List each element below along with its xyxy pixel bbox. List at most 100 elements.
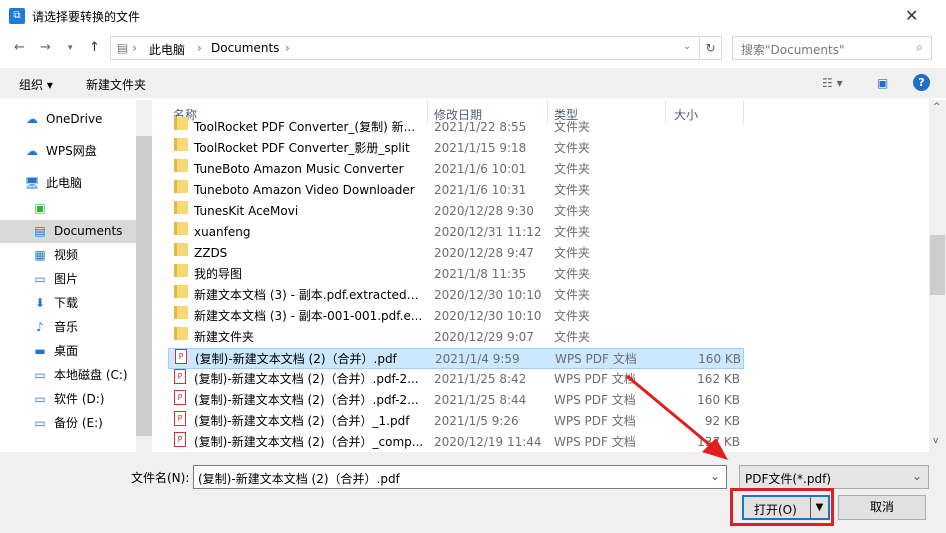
- file-name: ZZDS: [194, 246, 228, 260]
- sidebar-item[interactable]: ▤ Documents: [32, 220, 122, 242]
- file-row[interactable]: P (复制)-新建文本文档 (2)（合并）.pdf-2... 2021/1/25 8…: [168, 369, 744, 390]
- pdf-file-icon: P: [174, 390, 186, 405]
- folder-icon: [174, 264, 188, 277]
- search-input[interactable]: 搜索"Documents" ⌕: [732, 36, 932, 60]
- sidebar-item[interactable]: ⬇ 下载: [32, 292, 78, 314]
- sidebar-item-label: 桌面: [54, 344, 79, 358]
- view-options-icon[interactable]: ☷ ▾: [822, 76, 843, 90]
- chevron-down-icon[interactable]: ⌄: [710, 469, 720, 483]
- file-row[interactable]: xuanfeng 2020/12/31 11:12 文件夹: [168, 222, 744, 243]
- cancel-button[interactable]: 取消: [838, 495, 926, 520]
- help-button[interactable]: ?: [913, 74, 930, 91]
- sidebar-item[interactable]: ▭ 备份 (E:): [32, 412, 102, 434]
- file-list: 名称 ^ 修改日期 类型 大小 ToolRocket PDF Converter…: [160, 100, 930, 452]
- file-date: 2020/12/29 9:07: [434, 330, 534, 344]
- up-button[interactable]: ↑: [89, 40, 100, 55]
- file-type: WPS PDF 文档: [554, 435, 636, 449]
- back-button[interactable]: ←: [14, 40, 25, 55]
- new-folder-button[interactable]: 新建文件夹: [86, 76, 146, 93]
- sidebar-item[interactable]: 🖥 此电脑: [24, 172, 82, 194]
- file-name: TuneBoto Amazon Music Converter: [194, 162, 404, 176]
- toolbar: 组织 ▾ 新建文件夹 ☷ ▾ ▣: [0, 68, 946, 98]
- file-row[interactable]: P (复制)-新建文本文档 (2)（合并）_1.pdf 2021/1/5 9:26 W…: [168, 411, 744, 432]
- filename-value: (复制)-新建文本文档 (2)（合并）.pdf: [198, 472, 400, 486]
- refresh-button[interactable]: ↻: [699, 36, 722, 60]
- sidebar-scrollbar[interactable]: [136, 100, 152, 452]
- file-date: 2021/1/25 8:42: [434, 372, 527, 386]
- title-bar: [0, 0, 946, 32]
- sidebar-item[interactable]: ☁ WPS网盘: [24, 140, 97, 162]
- drive-icon: ▭: [34, 368, 46, 382]
- folder-icon: [174, 159, 188, 172]
- chevron-down-icon[interactable]: ⌄: [683, 41, 691, 52]
- file-type: WPS PDF 文档: [555, 352, 637, 366]
- file-name: 我的导图: [194, 267, 243, 281]
- pdf-file-icon: P: [174, 411, 186, 426]
- file-row[interactable]: 我的导图 2021/1/8 11:35 文件夹: [168, 264, 744, 285]
- drive-icon: ▭: [34, 392, 46, 406]
- sidebar-item[interactable]: ▭ 软件 (D:): [32, 388, 104, 410]
- organize-button[interactable]: 组织 ▾: [19, 76, 53, 93]
- folder-icon: [174, 117, 188, 130]
- sidebar-item-label: 图片: [54, 272, 79, 286]
- music-icon: ♪: [36, 320, 44, 334]
- file-type: 文件夹: [554, 204, 591, 218]
- filename-label: 文件名(N):: [131, 471, 190, 485]
- file-type: 文件夹: [554, 120, 591, 134]
- file-row[interactable]: P (复制)-新建文本文档 (2)（合并）.pdf-2... 2021/1/25 8…: [168, 390, 744, 411]
- file-row[interactable]: Tuneboto Amazon Video Downloader 2021/1/6…: [168, 180, 744, 201]
- file-row[interactable]: 新建文件夹 2020/12/29 9:07 文件夹: [168, 327, 744, 348]
- forward-button[interactable]: →: [40, 40, 51, 55]
- file-row[interactable]: ToolRocket PDF Converter_(复制) 新... 2021/1…: [168, 117, 744, 138]
- sidebar-item[interactable]: ☁ OneDrive: [24, 108, 102, 130]
- close-button[interactable]: ✕: [905, 6, 918, 25]
- picture-icon: ▭: [34, 272, 46, 286]
- file-size: 92 KB: [704, 414, 740, 428]
- recent-dropdown[interactable]: ▾: [68, 43, 73, 53]
- file-row[interactable]: ToolRocket PDF Converter_影册_split 2021/1/…: [168, 138, 744, 159]
- file-type: 文件夹: [554, 309, 591, 323]
- video-icon: ▦: [34, 248, 46, 262]
- file-row[interactable]: ZZDS 2020/12/28 9:47 文件夹: [168, 243, 744, 264]
- sidebar-item[interactable]: ♪ 音乐: [32, 316, 78, 338]
- filename-input[interactable]: (复制)-新建文本文档 (2)（合并）.pdf ⌄: [193, 465, 727, 489]
- file-row[interactable]: P (复制)-新建文本文档 (2)（合并）_comp... 2020/12/19 1…: [168, 432, 744, 452]
- file-date: 2020/12/31 11:12: [434, 225, 542, 239]
- folder-icon: ▤ ›: [117, 41, 137, 55]
- breadcrumb-documents[interactable]: Documents: [211, 41, 279, 55]
- file-name: ToolRocket PDF Converter_影册_split: [194, 141, 410, 155]
- preview-pane-icon[interactable]: ▣: [877, 76, 888, 90]
- sidebar-item[interactable]: ▣: [32, 197, 54, 219]
- sidebar-item[interactable]: ▦ 视频: [32, 244, 78, 266]
- sort-ascending-icon: ^: [294, 100, 303, 107]
- file-type: 文件夹: [554, 225, 591, 239]
- folder-icon: [174, 306, 188, 319]
- sidebar-item-label: 此电脑: [46, 176, 83, 190]
- file-date: 2021/1/6 10:31: [434, 183, 527, 197]
- file-date: 2021/1/25 8:44: [434, 393, 527, 407]
- folder-icon: [174, 138, 188, 151]
- file-size: 160 KB: [698, 352, 741, 366]
- document-icon: ▤: [34, 224, 46, 238]
- breadcrumb-this-pc[interactable]: 此电脑: [149, 41, 185, 58]
- file-type-value: PDF文件(*.pdf): [745, 472, 832, 486]
- cloud-icon: ☁: [26, 112, 38, 126]
- file-size: 162 KB: [697, 372, 740, 386]
- sidebar-item[interactable]: ▭ 图片: [32, 268, 78, 290]
- address-bar[interactable]: ▤ › 此电脑 › Documents › ⌄: [110, 36, 700, 60]
- file-type: 文件夹: [554, 330, 591, 344]
- file-list-scrollbar[interactable]: ^ v: [929, 100, 946, 452]
- sidebar-item[interactable]: ▬ 桌面: [32, 340, 78, 362]
- file-name: 新建文件夹: [194, 330, 255, 344]
- download-icon: ⬇: [34, 296, 46, 310]
- file-row[interactable]: TunesKit AceMovi 2020/12/28 9:30 文件夹: [168, 201, 744, 222]
- file-name: (复制)-新建文本文档 (2)（合并）_comp...: [194, 435, 424, 449]
- file-type-select[interactable]: PDF文件(*.pdf) ⌄: [739, 465, 929, 489]
- file-row[interactable]: TuneBoto Amazon Music Converter 2021/1/6 …: [168, 159, 744, 180]
- file-row[interactable]: P (复制)-新建文本文档 (2)（合并）.pdf 2021/1/4 9:59 WPS…: [168, 348, 744, 369]
- file-row[interactable]: 新建文本文档 (3) - 副本.pdf.extracted_i... 2020/1…: [168, 285, 744, 306]
- file-row[interactable]: 新建文本文档 (3) - 副本-001-001.pdf.e... 2020/12/…: [168, 306, 744, 327]
- folder-icon: [174, 285, 188, 298]
- file-size: 160 KB: [697, 393, 740, 407]
- sidebar-item[interactable]: ▭ 本地磁盘 (C:): [32, 364, 127, 386]
